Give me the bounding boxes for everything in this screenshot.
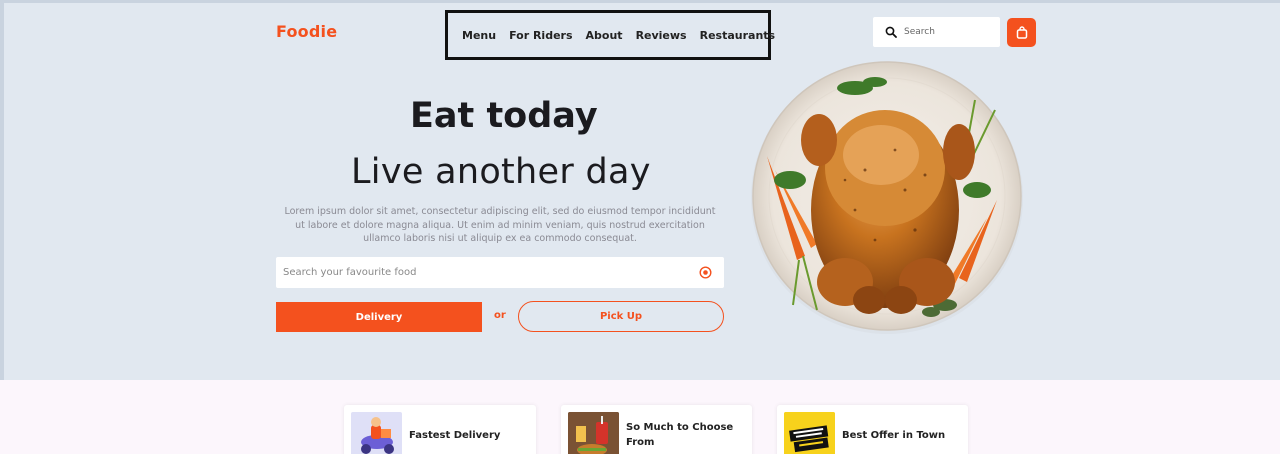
food-search — [276, 257, 724, 288]
burger-drink-icon — [568, 412, 619, 454]
nav-menu[interactable]: Menu — [462, 29, 496, 42]
delivery-button[interactable]: Delivery — [276, 302, 482, 332]
feature-card-best-offer[interactable]: Best Offer in Town — [777, 405, 968, 454]
cart-button[interactable] — [1007, 18, 1036, 47]
header-search — [873, 17, 1000, 47]
feature-label: So Much to Choose From — [626, 422, 734, 448]
feature-card-fastest-delivery[interactable]: Fastest Delivery — [344, 405, 536, 454]
brand-logo[interactable]: Foodie — [276, 22, 337, 41]
special-offer-icon — [784, 412, 835, 454]
hero-title: Eat today — [410, 96, 598, 136]
pickup-button[interactable]: Pick Up — [518, 301, 724, 332]
search-input[interactable] — [904, 27, 984, 37]
nav-restaurants[interactable]: Restaurants — [700, 29, 775, 42]
feature-card-choice[interactable]: So Much to Choose From — [561, 405, 752, 454]
search-icon — [885, 26, 897, 38]
roast-chicken — [801, 110, 975, 314]
food-search-input[interactable] — [283, 267, 699, 278]
hero-subtitle: Live another day — [351, 152, 651, 192]
nav-about[interactable]: About — [586, 29, 623, 42]
hero-description: Lorem ipsum dolor sit amet, consectetur … — [284, 206, 716, 244]
hero-food-image — [745, 60, 1029, 344]
main-nav: Menu For Riders About Reviews Restaurant… — [445, 10, 775, 60]
or-label: or — [494, 310, 506, 321]
feature-label: Best Offer in Town — [842, 430, 946, 441]
nav-for-riders[interactable]: For Riders — [509, 29, 572, 42]
scooter-rider-icon — [351, 412, 402, 454]
target-icon[interactable] — [699, 266, 712, 279]
feature-label: Fastest Delivery — [409, 430, 501, 441]
shopping-bag-icon — [1016, 26, 1028, 39]
nav-reviews[interactable]: Reviews — [636, 29, 687, 42]
